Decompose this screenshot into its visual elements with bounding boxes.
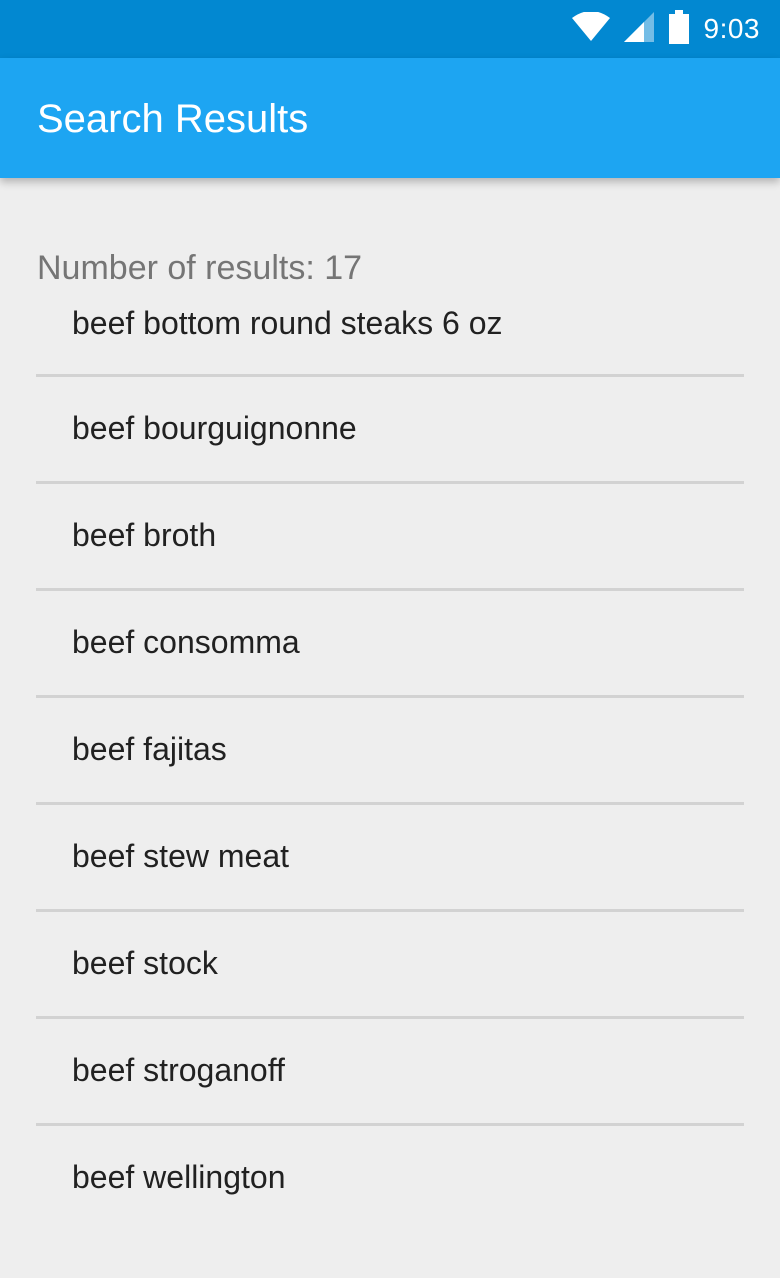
result-item-beef-consomma[interactable]: beef consomma [36, 591, 744, 698]
result-item-beef-stock[interactable]: beef stock [36, 912, 744, 1019]
result-item-beef-bourguignonne[interactable]: beef bourguignonne [36, 377, 744, 484]
results-count: Number of results: 17 [37, 249, 363, 287]
result-item-label: beef stroganoff [72, 1052, 285, 1088]
result-item-label: beef stew meat [72, 838, 289, 874]
result-list: beef bottom round steaks 6 oz beef bourg… [36, 292, 744, 1233]
screen: 9:03 Search Results Number of results: 1… [0, 0, 780, 1278]
result-item-label: beef stock [72, 945, 218, 981]
wifi-icon [571, 10, 610, 47]
result-item-label: beef fajitas [72, 731, 227, 767]
result-item-label: beef wellington [72, 1159, 286, 1195]
status-time: 9:03 [703, 13, 760, 44]
result-item-beef-bottom-round-steaks[interactable]: beef bottom round steaks 6 oz [36, 292, 744, 377]
result-item-label: beef consomma [72, 624, 300, 660]
status-bar: 9:03 [0, 0, 780, 58]
result-item-beef-wellington[interactable]: beef wellington [36, 1126, 744, 1233]
battery-icon [668, 9, 690, 49]
result-item-beef-broth[interactable]: beef broth [36, 484, 744, 591]
status-icons: 9:03 [571, 0, 761, 58]
result-item-beef-stroganoff[interactable]: beef stroganoff [36, 1019, 744, 1126]
cell-signal-icon [623, 11, 654, 47]
result-item-label: beef bourguignonne [72, 410, 357, 446]
result-item-beef-stew-meat[interactable]: beef stew meat [36, 805, 744, 912]
results-content[interactable]: Number of results: 17 beef bottom round … [0, 178, 780, 1278]
result-item-beef-fajitas[interactable]: beef fajitas [36, 698, 744, 805]
app-bar: Search Results [0, 58, 780, 178]
page-title: Search Results [37, 97, 309, 141]
result-item-label: beef broth [72, 517, 217, 553]
result-item-label: beef bottom round steaks 6 oz [72, 305, 503, 341]
